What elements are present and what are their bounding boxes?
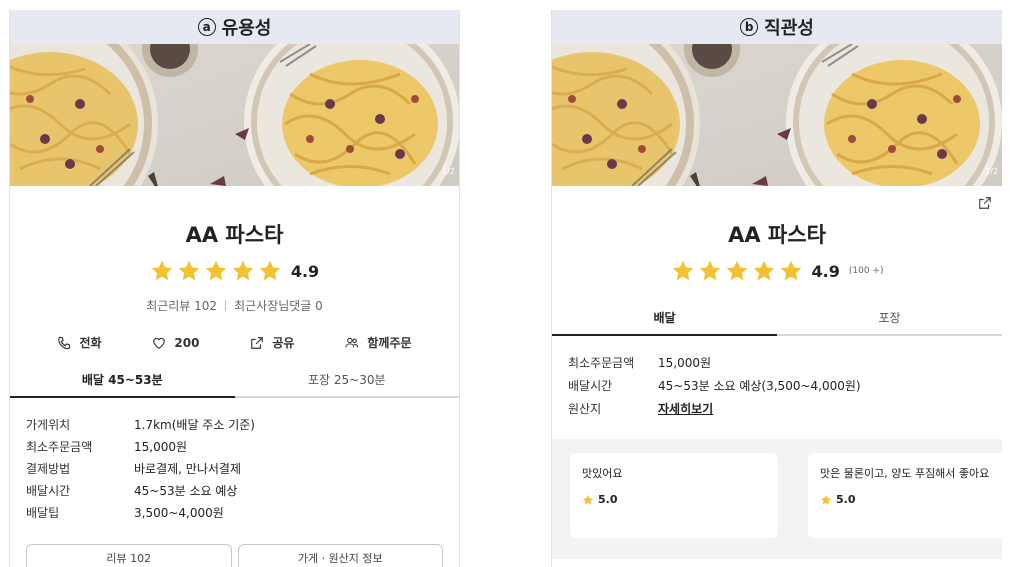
info-value: 45~53분 소요 예상	[134, 484, 238, 498]
tab-pickup[interactable]: 포장 25~30분	[235, 371, 460, 396]
star-icon	[258, 259, 282, 283]
divider	[225, 300, 227, 311]
store-info-table: 가게위치 1.7km(배달 주소 기준) 최소주문금액 15,000원 결제방법…	[10, 398, 459, 526]
pasta-photo	[552, 44, 1002, 186]
rating-row[interactable]: 4.9 (100 +)	[552, 259, 1002, 283]
info-key: 배달시간	[568, 379, 613, 393]
tab-pickup[interactable]: 포장	[777, 309, 1002, 334]
info-row: 배달시간 45~53분 소요 예상	[26, 482, 459, 504]
pasta-photo	[10, 44, 459, 186]
star-icon	[698, 259, 722, 283]
tab-delivery[interactable]: 배달 45~53분	[10, 371, 235, 398]
group-order-button[interactable]: 함께주문	[345, 334, 412, 351]
review-rating: 5.0	[582, 493, 766, 506]
info-key: 배달팁	[26, 506, 60, 520]
info-value: 15,000원	[134, 440, 188, 454]
owner-comments-count[interactable]: 최근사장님댓글 0	[234, 297, 323, 314]
info-value: 1.7km(배달 주소 기준)	[134, 418, 255, 432]
info-row: 가게위치 1.7km(배달 주소 기준)	[26, 416, 459, 438]
info-value: 45~53분 소요 예상(3,500~4,000원)	[658, 379, 861, 393]
review-score: 5.0	[836, 493, 856, 506]
star-icon	[150, 259, 174, 283]
share-label: 공유	[272, 336, 295, 350]
like-count: 200	[174, 335, 200, 350]
panel-letter-badge: a	[197, 18, 216, 36]
call-label: 전화	[79, 336, 102, 350]
star-icon	[582, 494, 594, 506]
rating-value: 4.9	[290, 261, 320, 281]
review-carousel[interactable]: 맛있어요 5.0 맛은 물론이고, 양도 푸짐해서 좋아요 5.0	[552, 439, 1002, 559]
info-row: 최소주문금액 15,000원	[26, 438, 459, 460]
star-icon	[231, 259, 255, 283]
star-icon	[725, 259, 749, 283]
share-button[interactable]: 공유	[250, 334, 294, 351]
info-value: 15,000원	[658, 356, 712, 370]
rating-row[interactable]: 4.9	[10, 259, 459, 283]
image-page-indicator: 1/2	[985, 167, 998, 176]
bottom-buttons: 리뷰 102 가게 · 원산지 정보	[10, 544, 459, 567]
review-score: 5.0	[598, 493, 618, 506]
share-icon	[251, 336, 264, 349]
info-key: 원산지	[568, 402, 602, 416]
info-row: 배달팁 3,500~4,000원	[26, 504, 459, 526]
call-button[interactable]: 전화	[57, 334, 102, 351]
hero-image[interactable]: 1/2	[10, 44, 459, 186]
info-row: 결제방법 바로결제, 만나서결제	[26, 460, 459, 482]
hero-image[interactable]: 1/2	[552, 44, 1002, 186]
store-info-table: 최소주문금액 15,000원 배달시간 45~53분 소요 예상(3,500~4…	[552, 336, 1002, 423]
panel-header: b 직관성	[552, 10, 1002, 44]
store-name: AA 파스타	[185, 223, 284, 247]
review-text: 맛은 물론이고, 양도 푸짐해서 좋아요	[820, 467, 990, 480]
review-summary: 최근리뷰 102 최근사장님댓글 0	[10, 297, 459, 314]
info-key: 최소주문금액	[568, 356, 635, 370]
review-rating: 5.0	[820, 493, 1002, 506]
info-key: 배달시간	[26, 484, 71, 498]
store-name: AA 파스타	[728, 223, 826, 247]
panel-header: a 유용성	[10, 10, 459, 44]
info-row: 배달시간 45~53분 소요 예상(3,500~4,000원)	[568, 377, 1002, 400]
info-value: 3,500~4,000원	[134, 506, 224, 520]
recent-reviews-count[interactable]: 최근리뷰 102	[146, 297, 217, 314]
order-type-tabs: 배달 포장	[552, 309, 1002, 336]
info-key: 최소주문금액	[26, 440, 93, 454]
info-key: 가게위치	[26, 418, 71, 432]
star-icon	[779, 259, 803, 283]
star-icon	[752, 259, 776, 283]
action-row: 전화 200 공유 함께주문	[10, 334, 459, 351]
panel-title: 직관성	[764, 18, 814, 39]
info-key: 결제방법	[26, 462, 71, 476]
heart-icon	[153, 337, 166, 349]
origin-details-link[interactable]: 자세히보기	[658, 400, 713, 423]
group-icon	[345, 337, 359, 347]
like-button[interactable]: 200	[152, 334, 199, 351]
review-text: 맛있어요	[582, 467, 623, 480]
review-card[interactable]: 맛은 물론이고, 양도 푸짐해서 좋아요 5.0	[808, 453, 1002, 538]
info-value: 바로결제, 만나서결제	[134, 462, 241, 476]
panel-letter-badge: b	[740, 18, 759, 36]
star-icon	[177, 259, 201, 283]
panel-intuitiveness: b 직관성 1/2 AA 파스타 4.9 (100 +) 배달 포장 최소주문금…	[551, 10, 1002, 567]
store-origin-info-button[interactable]: 가게 · 원산지 정보	[237, 544, 443, 567]
panel-usefulness: a 유용성 1/2 AA 파스타 4.9 최근리뷰 102 최근사장님댓글 0 …	[9, 10, 460, 567]
image-page-indicator: 1/2	[442, 167, 455, 176]
share-icon[interactable]	[978, 196, 992, 210]
star-icon	[820, 494, 832, 506]
info-row: 최소주문금액 15,000원	[568, 354, 1002, 377]
rating-value: 4.9	[811, 261, 840, 281]
star-icon	[204, 259, 228, 283]
review-card[interactable]: 맛있어요 5.0	[570, 453, 778, 538]
star-icon	[671, 259, 695, 283]
panel-title: 유용성	[221, 18, 272, 39]
reviews-button[interactable]: 리뷰 102	[26, 544, 232, 567]
order-type-tabs: 배달 45~53분 포장 25~30분	[10, 371, 459, 398]
group-order-label: 함께주문	[367, 336, 412, 350]
tab-delivery[interactable]: 배달	[552, 309, 777, 336]
rating-count: (100 +)	[848, 266, 884, 276]
phone-icon	[58, 336, 71, 349]
info-row: 원산지 자세히보기	[568, 400, 1002, 423]
